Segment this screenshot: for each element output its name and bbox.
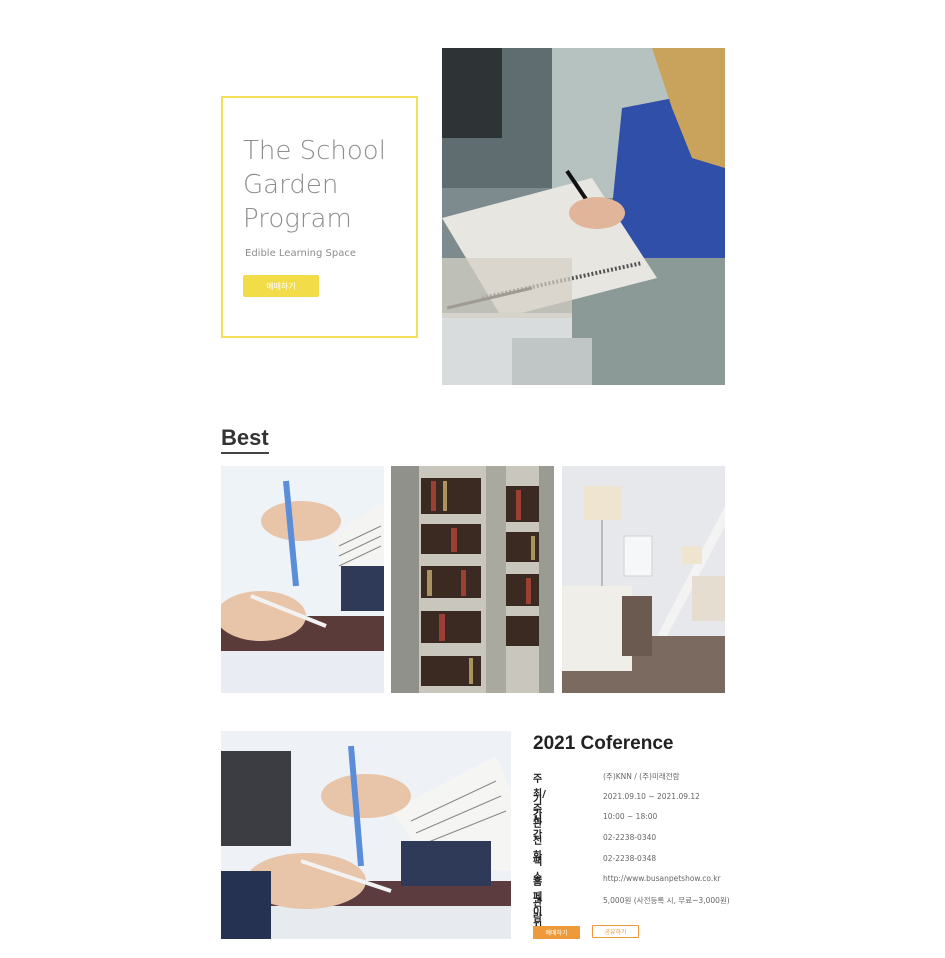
hero-reserve-button[interactable]: 예매하기 bbox=[243, 275, 319, 297]
best-heading: Best bbox=[221, 425, 269, 450]
conference-reserve-button[interactable]: 예매하기 bbox=[533, 926, 580, 939]
conference-photo bbox=[221, 731, 511, 939]
info-value: (주)KNN / (주)미래전람 bbox=[603, 772, 680, 781]
best-tile-library-bookshelf[interactable] bbox=[391, 466, 554, 693]
info-value: 10:00 ~ 18:00 bbox=[603, 812, 658, 822]
conference-share-button[interactable]: 공유하기 bbox=[592, 925, 639, 938]
hero-title: The School Garden Program bbox=[243, 136, 386, 234]
best-tile-signing-documents[interactable] bbox=[221, 466, 384, 693]
info-value: 2021.09.10 ~ 2021.09.12 bbox=[603, 791, 700, 801]
hero-subtitle: Edible Learning Space bbox=[245, 248, 356, 259]
info-value: 02-2238-0348 bbox=[603, 853, 657, 863]
best-underline bbox=[221, 452, 269, 454]
hero-photo bbox=[442, 48, 725, 385]
homepage-link[interactable]: http://www.busanpetshow.co.kr bbox=[603, 874, 721, 883]
best-tile-living-room[interactable] bbox=[562, 466, 725, 693]
conference-title: 2021 Coference bbox=[533, 733, 674, 754]
info-value: 5,000원 (사전등록 시, 무료~3,000원) bbox=[603, 896, 730, 906]
info-value: 02-2238-0340 bbox=[603, 833, 657, 843]
hero-card: The School Garden Program Edible Learnin… bbox=[221, 96, 418, 338]
